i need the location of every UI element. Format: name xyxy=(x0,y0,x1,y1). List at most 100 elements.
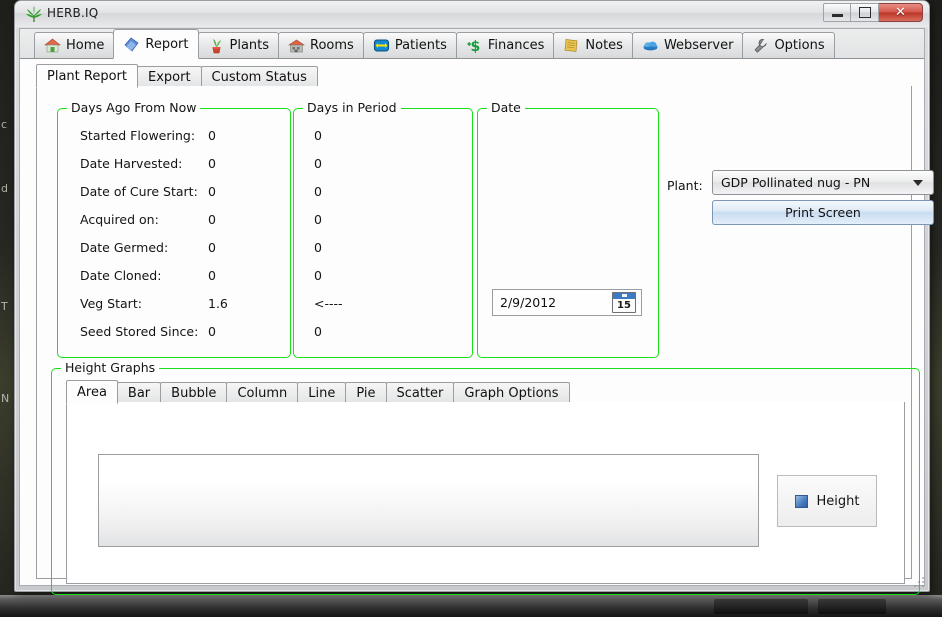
maximize-button[interactable] xyxy=(851,3,879,22)
row-value: 0 xyxy=(314,183,322,199)
legend-label: Height xyxy=(816,493,860,509)
group-title: Date xyxy=(487,100,525,115)
graph-tab-area[interactable]: Area xyxy=(66,380,118,404)
subtab-export[interactable]: Export xyxy=(136,66,202,87)
window-title: HERB.IQ xyxy=(47,6,99,20)
tab-webserver[interactable]: Webserver xyxy=(631,32,744,58)
days-ago-group: Days Ago From Now Started Flowering: 0 D… xyxy=(57,100,291,358)
graph-tab-bubble[interactable]: Bubble xyxy=(160,382,228,403)
tab-report[interactable]: Report xyxy=(113,29,199,59)
data-row: Date Harvested: 0 xyxy=(58,149,290,177)
chevron-down-icon xyxy=(913,179,923,186)
report-page: Plant Report Export Custom Status Days A… xyxy=(20,59,934,595)
row-value: 0 xyxy=(314,323,322,339)
group-title: Days in Period xyxy=(303,100,401,115)
graph-tab-line[interactable]: Line xyxy=(297,382,347,403)
row-label: Acquired on: xyxy=(80,211,159,227)
group-title: Height Graphs xyxy=(61,360,160,375)
data-row: Veg Start: 1.6 xyxy=(58,289,290,317)
house-icon xyxy=(44,37,61,54)
desktop-ghost-text: N xyxy=(1,392,10,405)
date-input[interactable]: 2/9/2012 15 xyxy=(492,289,642,316)
resize-grip[interactable] xyxy=(913,576,926,589)
building-icon xyxy=(288,37,306,54)
row-label: Started Flowering: xyxy=(80,127,196,143)
graph-tab-column[interactable]: Column xyxy=(226,382,299,403)
chart-legend[interactable]: Height xyxy=(777,475,877,527)
tab-patients[interactable]: Patients xyxy=(362,32,457,58)
data-row: <---- xyxy=(294,289,472,317)
row-label: Date Germed: xyxy=(80,239,169,255)
tab-options[interactable]: Options xyxy=(742,32,835,58)
tab-label: Options xyxy=(774,38,825,53)
row-value: 0 xyxy=(314,155,322,171)
tab-label: Notes xyxy=(585,38,623,53)
date-value: 2/9/2012 xyxy=(500,295,557,310)
tab-label: Home xyxy=(66,38,105,53)
graph-tab-label: Pie xyxy=(356,385,376,401)
data-row: 0 xyxy=(294,317,472,345)
window-controls: ✕ xyxy=(823,3,923,22)
group-title: Days Ago From Now xyxy=(67,100,201,115)
chart-plot-area[interactable] xyxy=(98,454,759,547)
row-value: 1.6 xyxy=(208,295,228,311)
graph-tab-label: Area xyxy=(77,384,107,400)
graph-panel: Height xyxy=(66,402,905,584)
title-bar[interactable]: HERB.IQ ✕ xyxy=(15,1,929,27)
tab-notes[interactable]: Notes xyxy=(553,32,633,58)
tab-plants[interactable]: Plants xyxy=(197,32,280,58)
taskbar-item[interactable] xyxy=(714,599,808,614)
graph-tab-scatter[interactable]: Scatter xyxy=(385,382,455,403)
plant-dropdown[interactable]: GDP Pollinated nug - PN xyxy=(712,170,934,195)
close-button[interactable]: ✕ xyxy=(879,3,923,22)
taskbar-item[interactable] xyxy=(818,599,886,614)
row-value: 0 xyxy=(314,211,322,227)
graph-tab-label: Line xyxy=(308,385,336,401)
graph-tab-pie[interactable]: Pie xyxy=(345,382,387,403)
button-label: Print Screen xyxy=(785,205,861,220)
tab-label: Webserver xyxy=(663,38,734,53)
days-in-period-group: Days in Period 0 0 0 0 0 0 <---- 0 xyxy=(293,100,473,358)
subtab-plant-report[interactable]: Plant Report xyxy=(36,64,138,88)
subtab-label: Custom Status xyxy=(211,69,307,85)
date-group: Date 2/9/2012 15 xyxy=(477,100,659,358)
cloud-icon xyxy=(642,37,659,54)
data-row: 0 xyxy=(294,261,472,289)
plant-report-panel: Days Ago From Now Started Flowering: 0 D… xyxy=(36,86,934,595)
row-value: 0 xyxy=(208,267,216,283)
tab-home[interactable]: Home xyxy=(34,32,115,58)
row-label: Veg Start: xyxy=(80,295,142,311)
data-row: Date Cloned: 0 xyxy=(58,261,290,289)
cannabis-leaf-icon xyxy=(25,5,43,23)
desktop-ghost-text: d xyxy=(1,182,8,195)
taskbar[interactable] xyxy=(0,595,942,617)
graph-tab-bar[interactable]: Bar xyxy=(116,382,162,403)
dollar-icon: $ xyxy=(466,37,483,54)
graph-tab-label: Graph Options xyxy=(464,385,559,401)
notebook-icon xyxy=(563,37,580,54)
report-icon xyxy=(123,36,140,53)
graph-tab-graph-options[interactable]: Graph Options xyxy=(453,382,570,403)
subtab-custom-status[interactable]: Custom Status xyxy=(200,66,318,87)
plant-label: Plant: xyxy=(667,178,703,193)
tab-label: Plants xyxy=(229,38,270,53)
plant-pot-icon xyxy=(208,37,225,54)
graph-tab-label: Scatter xyxy=(396,385,444,401)
tab-rooms[interactable]: Rooms xyxy=(278,32,364,58)
calendar-icon[interactable]: 15 xyxy=(612,292,636,313)
row-label: Date Cloned: xyxy=(80,267,162,283)
row-value: 0 xyxy=(314,239,322,255)
print-screen-button[interactable]: Print Screen xyxy=(712,200,934,225)
minimize-button[interactable] xyxy=(823,3,851,22)
row-value: 0 xyxy=(208,155,216,171)
calendar-day: 15 xyxy=(617,300,631,311)
row-value: 0 xyxy=(208,323,216,339)
data-row: 0 xyxy=(294,233,472,261)
main-tab-strip: Home Report Plants Rooms Patients $ Fina… xyxy=(20,29,924,59)
graph-tab-label: Bubble xyxy=(171,385,217,401)
data-row: 0 xyxy=(294,205,472,233)
desktop-ghost-text: T xyxy=(1,300,8,313)
tab-finances[interactable]: $ Finances xyxy=(455,32,555,58)
subtab-label: Export xyxy=(147,69,191,85)
tab-label: Patients xyxy=(394,38,447,53)
